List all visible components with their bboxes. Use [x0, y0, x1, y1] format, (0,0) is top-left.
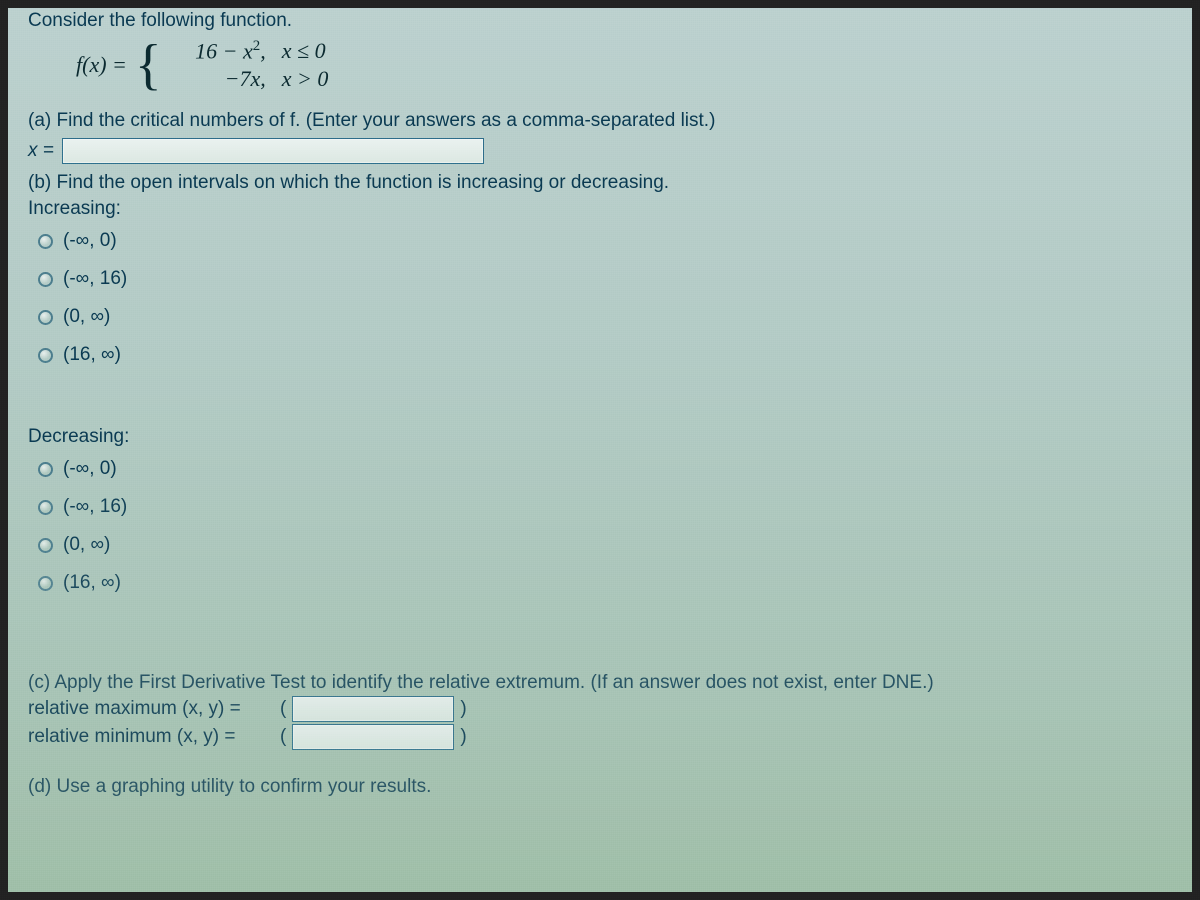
option-label: (0, ∞) [63, 534, 110, 556]
radio-icon [38, 462, 53, 477]
open-paren: ( [280, 726, 286, 748]
piece2-cond: x > 0 [282, 66, 329, 92]
option-label: (-∞, 16) [63, 268, 127, 290]
radio-icon [38, 500, 53, 515]
decreasing-option-3[interactable]: (0, ∞) [38, 528, 1180, 566]
piece1-expr: 16 − x2, [174, 38, 266, 64]
option-label: (-∞, 16) [63, 496, 127, 518]
piece2-expr: −7x, [174, 66, 266, 92]
close-paren: ) [460, 726, 466, 748]
piece1-cond: x ≤ 0 [282, 38, 326, 64]
decreasing-option-4[interactable]: (16, ∞) [38, 566, 1180, 604]
relative-max-input[interactable] [292, 696, 454, 722]
part-a-answer-row: x = [28, 138, 1180, 164]
part-a-prompt: (a) Find the critical numbers of f. (Ent… [28, 110, 1180, 132]
radio-icon [38, 272, 53, 287]
relative-min-row: relative minimum (x, y) = ( ) [28, 724, 1180, 750]
decreasing-label: Decreasing: [28, 426, 1180, 448]
increasing-option-2[interactable]: (-∞, 16) [38, 262, 1180, 300]
option-label: (-∞, 0) [63, 458, 117, 480]
decreasing-option-1[interactable]: (-∞, 0) [38, 452, 1180, 490]
increasing-option-4[interactable]: (16, ∞) [38, 338, 1180, 376]
option-label: (0, ∞) [63, 306, 110, 328]
part-c-prompt: (c) Apply the First Derivative Test to i… [28, 672, 1180, 694]
part-b: (b) Find the open intervals on which the… [28, 172, 1180, 664]
decreasing-choices: (-∞, 0) (-∞, 16) (0, ∞) (16, ∞) [38, 452, 1180, 604]
relative-max-row: relative maximum (x, y) = ( ) [28, 696, 1180, 722]
part-a: (a) Find the critical numbers of f. (Ent… [28, 110, 1180, 164]
decreasing-option-2[interactable]: (-∞, 16) [38, 490, 1180, 528]
option-label: (16, ∞) [63, 344, 121, 366]
piecewise-formula: f(x) = { 16 − x2, x ≤ 0 −7x, x > 0 [76, 38, 1180, 92]
close-paren: ) [460, 698, 466, 720]
formula-pieces: 16 − x2, x ≤ 0 −7x, x > 0 [174, 38, 329, 92]
spacer [28, 604, 1180, 664]
spacer [28, 376, 1180, 422]
formula-lhs: f(x) = [76, 52, 127, 78]
formula-piece-1: 16 − x2, x ≤ 0 [174, 38, 329, 64]
question-body: Consider the following function. f(x) = … [28, 10, 1180, 798]
radio-icon [38, 234, 53, 249]
x-equals-label: x = [28, 140, 54, 162]
part-c: (c) Apply the First Derivative Test to i… [28, 672, 1180, 750]
open-paren: ( [280, 698, 286, 720]
option-label: (-∞, 0) [63, 230, 117, 252]
relative-min-input[interactable] [292, 724, 454, 750]
critical-numbers-input[interactable] [62, 138, 484, 164]
option-label: (16, ∞) [63, 572, 121, 594]
part-b-prompt: (b) Find the open intervals on which the… [28, 172, 1180, 194]
part-d-prompt: (d) Use a graphing utility to confirm yo… [28, 776, 1180, 798]
increasing-option-1[interactable]: (-∞, 0) [38, 224, 1180, 262]
formula-piece-2: −7x, x > 0 [174, 66, 329, 92]
brace-icon: { [135, 46, 162, 85]
increasing-label: Increasing: [28, 198, 1180, 220]
radio-icon [38, 538, 53, 553]
increasing-option-3[interactable]: (0, ∞) [38, 300, 1180, 338]
relative-min-label: relative minimum (x, y) = [28, 726, 274, 748]
increasing-choices: (-∞, 0) (-∞, 16) (0, ∞) (16, ∞) [38, 224, 1180, 376]
relative-max-label: relative maximum (x, y) = [28, 698, 274, 720]
radio-icon [38, 310, 53, 325]
radio-icon [38, 348, 53, 363]
radio-icon [38, 576, 53, 591]
part-d: (d) Use a graphing utility to confirm yo… [28, 776, 1180, 798]
intro-text: Consider the following function. [28, 10, 1180, 32]
